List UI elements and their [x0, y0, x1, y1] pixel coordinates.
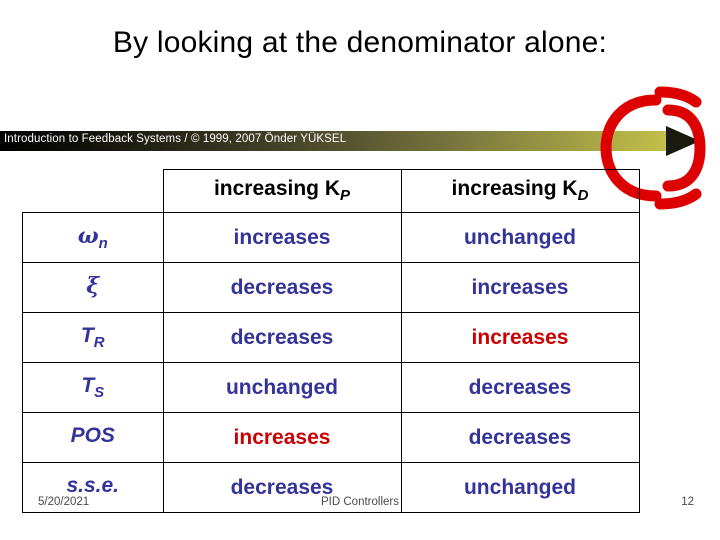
- row-label-ts: TS: [22, 362, 164, 413]
- table-row: TR decreases increases: [22, 312, 640, 363]
- header-kp-text: increasing K: [213, 177, 341, 201]
- row-label-omega-n: ωn: [22, 212, 164, 263]
- row-label-subscript: R: [93, 334, 105, 352]
- banner-caption: Introduction to Feedback Systems / © 199…: [4, 133, 347, 145]
- table-row: ξ decreases increases: [22, 262, 640, 313]
- row-label-tr: TR: [22, 312, 164, 363]
- cell-kd: increases: [400, 312, 640, 363]
- row-label-main: s.s.e.: [66, 473, 120, 497]
- table-row: ωn increases unchanged: [22, 212, 640, 263]
- cell-kd: increases: [400, 262, 640, 313]
- cell-kd: decreases: [400, 362, 640, 413]
- table-row: TS unchanged decreases: [22, 362, 640, 413]
- cell-kd: decreases: [400, 412, 640, 463]
- table-row: POS increases decreases: [22, 412, 640, 463]
- row-label-zeta: ξ: [22, 262, 164, 313]
- cell-kp: increases: [162, 412, 402, 463]
- cell-kp: decreases: [162, 262, 402, 313]
- summary-table: increasing KP increasing KD ωn increases…: [22, 169, 640, 513]
- row-label-main: POS: [70, 423, 115, 447]
- cell-kp: decreases: [162, 312, 402, 363]
- row-label-main: T: [81, 373, 95, 397]
- row-label-pos: POS: [22, 412, 164, 463]
- header-kp-subscript: P: [340, 187, 351, 205]
- row-label-main: ξ: [86, 272, 100, 299]
- footer-subject: PID Controllers: [321, 496, 399, 508]
- footer-page-number: 12: [681, 496, 694, 508]
- page-title: By looking at the denominator alone:: [112, 26, 608, 59]
- row-label-subscript: n: [98, 235, 108, 253]
- table-header-kp: increasing KP: [162, 169, 402, 213]
- cell-kp: unchanged: [162, 362, 402, 413]
- table-header-kd: increasing KD: [400, 169, 640, 213]
- header-kd-subscript: D: [577, 187, 589, 205]
- cell-kp: increases: [162, 212, 402, 263]
- row-label-main: T: [80, 323, 94, 347]
- row-label-subscript: S: [94, 384, 105, 402]
- table-header-row: increasing KP increasing KD: [22, 169, 640, 213]
- header-kd-text: increasing K: [451, 177, 578, 201]
- cell-kd: unchanged: [400, 212, 640, 263]
- row-label-main: ω: [77, 222, 99, 249]
- table-header-corner: [22, 169, 164, 213]
